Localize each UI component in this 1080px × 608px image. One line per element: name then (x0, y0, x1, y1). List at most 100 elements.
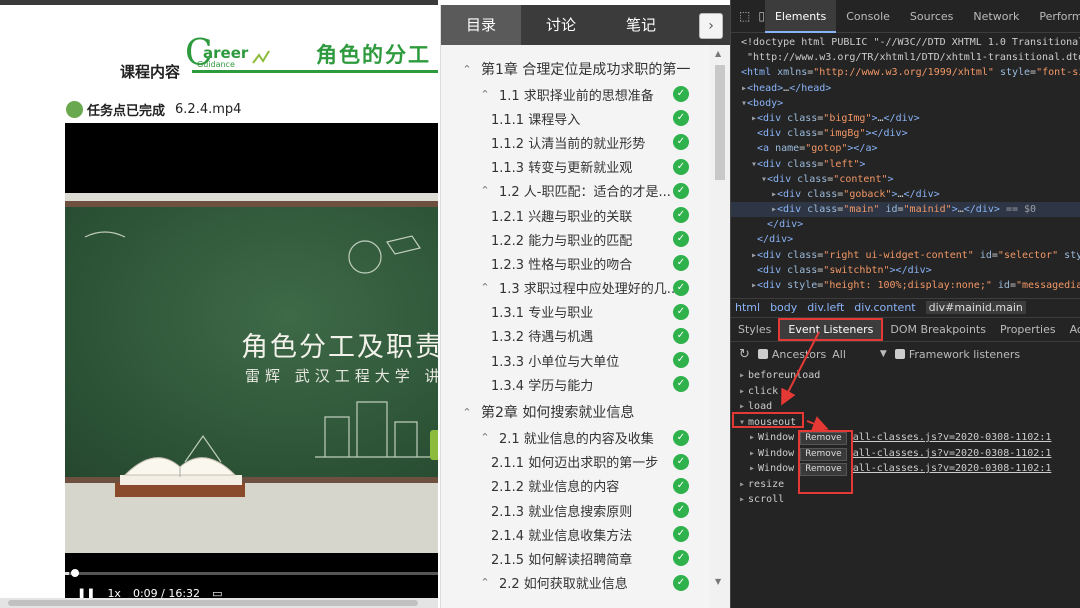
inspect-element-icon[interactable]: ⬚ (739, 9, 750, 23)
chapter-list-scrollbar-thumb[interactable] (715, 65, 725, 180)
collapsed-triangle-icon[interactable]: ▸ (749, 432, 755, 443)
device-toggle-icon[interactable]: ▯ (758, 9, 765, 23)
breadcrumb-div-content[interactable]: div.content (854, 301, 915, 314)
lesson-item[interactable]: 2.1.1 如何迈出求职的第一步 ✓ (441, 450, 711, 474)
chapter-list-scrollbar[interactable]: ▲ ▼ (710, 45, 730, 608)
dom-node-line[interactable]: <div class="switchbtn"></div> (731, 263, 1080, 278)
horizontal-scrollbar-thumb[interactable] (8, 600, 418, 606)
collapsed-triangle-icon[interactable]: ▸ (739, 494, 745, 505)
lesson-item[interactable]: 1.1.3 转变与更新就业观 ✓ (441, 155, 711, 179)
lesson-item[interactable]: 1.3.3 小单位与大单位 ✓ (441, 348, 711, 372)
dom-node-line[interactable]: ▾<div class="content"> (731, 172, 1080, 187)
dom-node-line[interactable]: <html xmlns="http://www.w3.org/1999/xhtm… (731, 65, 1080, 80)
lesson-item[interactable]: 2.1.3 就业信息搜索原则 ✓ (441, 498, 711, 522)
video-player[interactable]: 角色分工及职责( 雷辉 武汉工程大学 讲 ❚❚ 1x 0:09 / 16:32 (65, 123, 438, 608)
dom-node-line[interactable]: ▾<body> (731, 96, 1080, 111)
tab-performance[interactable]: Perform (1029, 0, 1080, 33)
lesson-item[interactable]: 1.3.4 学历与能力 ✓ (441, 372, 711, 396)
dom-node-line[interactable]: <a name="gotop"></a> (731, 141, 1080, 156)
listener-handler-row[interactable]: ▸ Window Remove all-classes.js?v=2020-0308-… (731, 430, 1080, 446)
collapsed-triangle-icon[interactable]: ▸ (739, 386, 745, 397)
dom-node-line[interactable]: ▸<div class="main" id="mainid">…</div> =… (731, 202, 1080, 218)
dom-node-line[interactable]: ▸<div class="goback">…</div> (731, 187, 1080, 202)
tab-console[interactable]: Console (836, 0, 900, 33)
chapter-item[interactable]: ⌃ 第2章 如何搜索就业信息 (441, 399, 711, 425)
section-item[interactable]: ⌃ 2.2 如何获取就业信息 ✓ (441, 571, 711, 595)
tab-network[interactable]: Network (963, 0, 1029, 33)
tab-properties[interactable]: Properties (993, 318, 1063, 341)
lesson-item[interactable]: 1.3.1 专业与职业 ✓ (441, 300, 711, 324)
event-listener-resize[interactable]: ▸ resize (731, 477, 1080, 493)
horizontal-scrollbar[interactable] (0, 598, 438, 608)
video-progress-knob[interactable] (70, 569, 79, 577)
lesson-item[interactable]: 1.2.1 兴趣与职业的关联 ✓ (441, 203, 711, 227)
breadcrumb-body[interactable]: body (770, 301, 797, 314)
collapse-icon[interactable]: ⌃ (477, 576, 493, 589)
lesson-item[interactable]: 2.1.5 如何解读招聘简章 ✓ (441, 546, 711, 570)
collapsed-triangle-icon[interactable]: ▸ (739, 370, 745, 381)
tab-catalog[interactable]: 目录 (441, 5, 521, 45)
lesson-item[interactable]: 1.1.1 课程导入 ✓ (441, 106, 711, 130)
collapsed-triangle-icon[interactable]: ▸ (739, 401, 745, 412)
dom-node-line[interactable]: "http://www.w3.org/TR/xhtml1/DTD/xhtml1-… (731, 50, 1080, 65)
dom-node-line[interactable]: ▸<head>…</head> (731, 81, 1080, 96)
tab-scroll-next-button[interactable]: › (699, 13, 723, 39)
lesson-item[interactable]: 1.1.2 认清当前的就业形势 ✓ (441, 130, 711, 154)
section-item[interactable]: ⌃ 2.1 就业信息的内容及收集 ✓ (441, 425, 711, 449)
chapter-item[interactable]: ⌃ 第1章 合理定位是成功求职的第一 (441, 56, 711, 82)
scope-select[interactable]: All (832, 348, 846, 361)
section-item[interactable]: ⌃ 1.2 人-职匹配：适合的才是... ✓ (441, 179, 711, 203)
section-item[interactable]: ⌃ 1.3 求职过程中应处理好的几... ✓ (441, 276, 711, 300)
listener-source-link[interactable]: all-classes.js?v=2020-0308-1102:1 (853, 432, 1052, 443)
listener-source-link[interactable]: all-classes.js?v=2020-0308-1102:1 (853, 463, 1052, 474)
tab-event-listeners[interactable]: Event Listeners (778, 318, 884, 341)
listener-handler-row[interactable]: ▸ Window Remove all-classes.js?v=2020-0308-… (731, 461, 1080, 477)
event-listener-beforeunload[interactable]: ▸ beforeunload (731, 368, 1080, 384)
chevron-down-icon[interactable]: ▼ (880, 349, 887, 359)
dom-node-line[interactable]: </div> (731, 232, 1080, 247)
listener-handler-row[interactable]: ▸ Window Remove all-classes.js?v=2020-0308-… (731, 446, 1080, 462)
breadcrumb-html[interactable]: html (735, 301, 760, 314)
event-listener-click[interactable]: ▸ click (731, 384, 1080, 400)
tab-dom-breakpoints[interactable]: DOM Breakpoints (883, 318, 993, 341)
dom-node-line[interactable]: </div> (731, 217, 1080, 232)
framework-listeners-checkbox[interactable] (894, 349, 905, 359)
lesson-item[interactable]: 1.2.2 能力与职业的匹配 ✓ (441, 227, 711, 251)
tab-styles[interactable]: Styles (731, 318, 778, 341)
dom-node-line[interactable]: ▸<div class="bigImg">…</div> (731, 111, 1080, 126)
collapse-icon[interactable]: ⌃ (477, 184, 493, 197)
lesson-item[interactable]: 1.3.2 待遇与机遇 ✓ (441, 324, 711, 348)
listener-source-link[interactable]: all-classes.js?v=2020-0308-1102:1 (853, 448, 1052, 459)
collapse-icon[interactable]: ⌃ (477, 281, 493, 294)
panel-toggle-handle[interactable] (430, 430, 438, 460)
dom-node-line[interactable]: ▾<div class="left"> (731, 157, 1080, 172)
collapse-icon[interactable]: ⌃ (477, 88, 493, 101)
tab-accessibility[interactable]: Accessib (1063, 318, 1080, 341)
lesson-item[interactable]: 2.1.2 就业信息的内容 ✓ (441, 474, 711, 498)
ancestors-checkbox[interactable] (757, 349, 768, 359)
collapsed-triangle-icon[interactable]: ▸ (749, 463, 755, 474)
tab-notes[interactable]: 笔记 (601, 5, 681, 45)
collapsed-triangle-icon[interactable]: ▸ (739, 479, 745, 490)
collapse-icon[interactable]: ⌃ (459, 406, 475, 419)
collapse-icon[interactable]: ⌃ (477, 431, 493, 444)
collapse-icon[interactable]: ⌃ (459, 63, 475, 76)
section-item[interactable]: ⌃ 1.1 求职择业前的思想准备 ✓ (441, 82, 711, 106)
lesson-item[interactable]: 1.2.3 性格与职业的吻合 ✓ (441, 251, 711, 275)
lesson-item[interactable]: 2.1.4 就业信息收集方法 ✓ (441, 522, 711, 546)
tab-sources[interactable]: Sources (900, 0, 964, 33)
tab-discussion[interactable]: 讨论 (521, 5, 601, 45)
refresh-icon[interactable]: ↻ (739, 347, 750, 362)
dom-node-line[interactable]: ▸<div style="height: 100%;display:none;"… (731, 278, 1080, 293)
event-listener-scroll[interactable]: ▸ scroll (731, 492, 1080, 508)
dom-node-line[interactable]: <div class="imgBg"></div> (731, 126, 1080, 141)
collapsed-triangle-icon[interactable]: ▸ (749, 448, 755, 459)
scroll-down-icon[interactable]: ▼ (715, 577, 721, 586)
scroll-up-icon[interactable]: ▲ (715, 49, 721, 58)
tab-elements[interactable]: Elements (764, 0, 837, 33)
dom-node-line[interactable]: ▸<div class="right ui-widget-content" id… (731, 248, 1080, 263)
video-progress-bar[interactable] (65, 569, 438, 577)
dom-node-line[interactable]: <!doctype html PUBLIC "-//W3C//DTD XHTML… (731, 35, 1080, 50)
breadcrumb-div-left[interactable]: div.left (807, 301, 844, 314)
breadcrumb-div-main[interactable]: div#mainid.main (925, 301, 1026, 314)
